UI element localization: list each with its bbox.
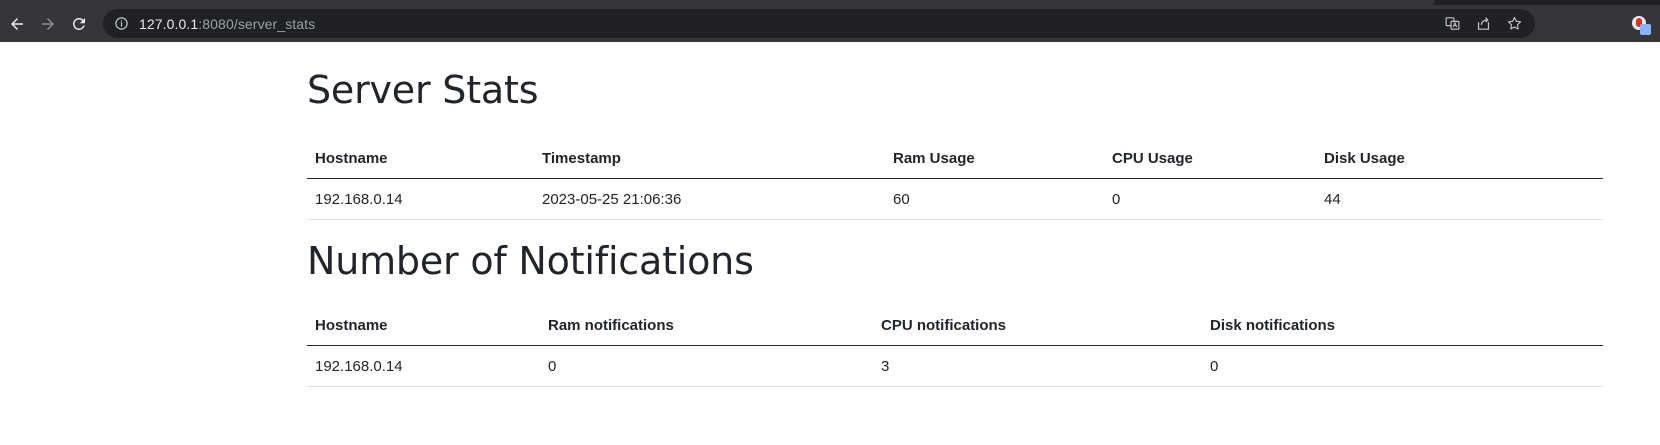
cell-ram-notifications: 0: [540, 345, 873, 387]
arrow-left-icon: [11, 17, 23, 30]
server-stats-table: Hostname Timestamp Ram Usage CPU Usage D…: [307, 138, 1603, 220]
cell-disk-usage: 44: [1316, 178, 1603, 220]
col-ram-usage: Ram Usage: [885, 138, 1104, 179]
cell-timestamp: 2023-05-25 21:06:36: [534, 178, 885, 220]
reload-icon: [73, 17, 85, 30]
url-text[interactable]: 127.0.0.1:8080/server_stats: [139, 16, 315, 32]
col-cpu-usage: CPU Usage: [1104, 138, 1316, 179]
extension-icon[interactable]: [1632, 16, 1652, 36]
col-hostname: Hostname: [307, 138, 534, 179]
translate-icon[interactable]: [1444, 15, 1461, 32]
cell-cpu-usage: 0: [1104, 178, 1316, 220]
col-cpu-notifications: CPU notifications: [873, 305, 1202, 346]
server-stats-title: Server Stats: [307, 68, 539, 112]
col-disk-notifications: Disk notifications: [1202, 305, 1603, 346]
col-ram-notifications: Ram notifications: [540, 305, 873, 346]
page-content: Server Stats Hostname Timestamp Ram Usag…: [0, 42, 1660, 387]
table-header-row: Hostname Timestamp Ram Usage CPU Usage D…: [307, 138, 1603, 179]
col-hostname: Hostname: [307, 305, 540, 346]
notifications-table: Hostname Ram notifications CPU notificat…: [307, 305, 1603, 387]
address-bar[interactable]: 127.0.0.1:8080/server_stats: [103, 9, 1535, 38]
cell-ram-usage: 60: [885, 178, 1104, 220]
reload-button[interactable]: [65, 10, 93, 38]
table-row: 192.168.0.14 0 3 0: [307, 345, 1603, 387]
col-timestamp: Timestamp: [534, 138, 885, 179]
cell-disk-notifications: 0: [1202, 345, 1603, 387]
col-disk-usage: Disk Usage: [1316, 138, 1603, 179]
back-button[interactable]: [3, 10, 31, 38]
notifications-title: Number of Notifications: [307, 239, 754, 283]
share-icon[interactable]: [1475, 15, 1492, 32]
cell-hostname: 192.168.0.14: [307, 345, 540, 387]
cell-hostname: 192.168.0.14: [307, 178, 534, 220]
site-info-icon[interactable]: [113, 16, 129, 32]
url-host: 127.0.0.1: [139, 15, 199, 32]
cell-cpu-notifications: 3: [873, 345, 1202, 387]
bookmark-star-icon[interactable]: [1506, 15, 1523, 32]
browser-toolbar: 127.0.0.1:8080/server_stats: [0, 5, 1660, 42]
table-header-row: Hostname Ram notifications CPU notificat…: [307, 305, 1603, 346]
table-row: 192.168.0.14 2023-05-25 21:06:36 60 0 44: [307, 178, 1603, 220]
url-path: :8080/server_stats: [198, 15, 316, 32]
arrow-right-icon: [42, 17, 54, 30]
main-container: Server Stats Hostname Timestamp Ram Usag…: [307, 42, 1603, 387]
forward-button[interactable]: [34, 10, 62, 38]
